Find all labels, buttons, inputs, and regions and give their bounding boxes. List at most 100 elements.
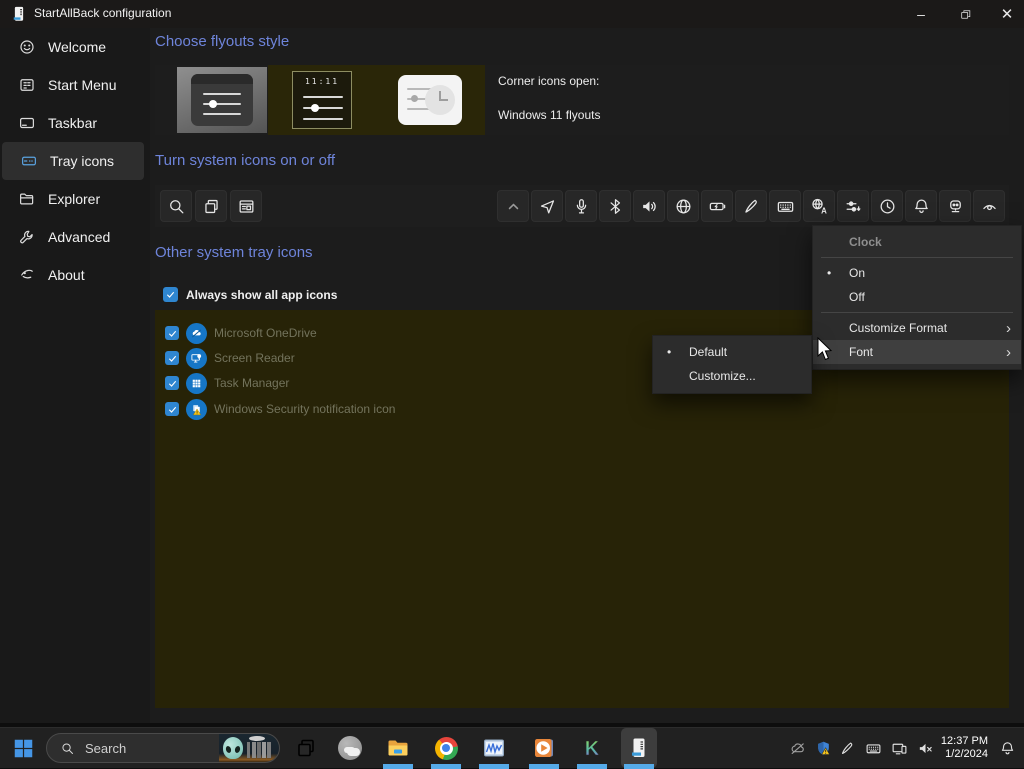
- tray-app-row-windows-security[interactable]: Windows Security notification icon: [165, 398, 395, 420]
- widgets-button[interactable]: [332, 728, 368, 768]
- menu-separator: [821, 312, 1013, 313]
- clock-toggle-button[interactable]: [871, 190, 903, 222]
- flyout-style-light-tile[interactable]: [398, 75, 462, 125]
- welcome-icon: [18, 38, 36, 56]
- bell-icon: [912, 197, 931, 216]
- task-manager-badge: [186, 372, 207, 394]
- sidebar-item-welcome[interactable]: Welcome: [0, 28, 150, 66]
- collapse-chevron-button[interactable]: [497, 190, 529, 222]
- pen-tray-icon[interactable]: [839, 728, 856, 768]
- advanced-icon: [18, 228, 36, 246]
- flyout-style-dark-tile[interactable]: [177, 67, 267, 133]
- system-icon-toggles: A: [497, 190, 1005, 222]
- tray-app-label: Windows Security notification icon: [214, 402, 396, 416]
- tray-app-row-task-manager[interactable]: Task Manager: [165, 372, 289, 394]
- chrome-icon: [434, 736, 458, 760]
- location-toggle-button[interactable]: [531, 190, 563, 222]
- tray-app-row-onedrive[interactable]: Microsoft OneDrive: [165, 322, 317, 344]
- media-player-button[interactable]: [526, 728, 562, 768]
- startallback-icon: [627, 736, 651, 760]
- sidebar-item-tray-icons[interactable]: Tray icons: [2, 142, 144, 180]
- network-toggle-button[interactable]: [667, 190, 699, 222]
- restore-button[interactable]: [950, 0, 980, 28]
- heading-system-icons: Turn system icons on or off: [155, 152, 336, 169]
- mouse-cursor: [817, 337, 833, 361]
- file-explorer-button[interactable]: [380, 728, 416, 768]
- task-manager-checkbox[interactable]: [165, 376, 179, 390]
- performance-monitor-button[interactable]: [476, 728, 512, 768]
- menu-item-customize-format[interactable]: Customize Format ›: [813, 316, 1021, 340]
- chevron-up-icon: [504, 197, 523, 216]
- date-text: 1/2/2024: [945, 748, 988, 760]
- onedrive-tray-icon[interactable]: [789, 728, 806, 768]
- sidebar-item-explorer[interactable]: Explorer: [0, 180, 150, 218]
- startallback-taskbar-button[interactable]: [621, 728, 657, 768]
- sidebar-item-label: Taskbar: [48, 115, 98, 131]
- pen-toggle-button[interactable]: [735, 190, 767, 222]
- clock-context-menu: Clock • On Off Customize Format › Font ›: [812, 225, 1022, 370]
- sidebar-item-advanced[interactable]: Advanced: [0, 218, 150, 256]
- news-tray-button[interactable]: [230, 190, 262, 222]
- privacy-eye-toggle-button[interactable]: [973, 190, 1005, 222]
- onedrive-icon: [190, 327, 203, 340]
- notifications-toggle-button[interactable]: [905, 190, 937, 222]
- search-icon: [60, 741, 75, 756]
- cast-display-tray-icon[interactable]: [891, 728, 908, 768]
- minimize-button[interactable]: –: [906, 0, 936, 28]
- tray-app-row-screen-reader[interactable]: Screen Reader: [165, 347, 295, 369]
- search-highlight-image[interactable]: [219, 734, 279, 762]
- tray-app-label: Task Manager: [214, 376, 290, 390]
- app-logo-icon: [10, 5, 28, 23]
- screen-reader-checkbox[interactable]: [165, 351, 179, 365]
- task-view-tray-button[interactable]: [195, 190, 227, 222]
- sidebar-item-about[interactable]: About: [0, 256, 150, 294]
- volume-mixer-toggle-button[interactable]: [837, 190, 869, 222]
- keyboard-toggle-button[interactable]: [769, 190, 801, 222]
- kmplayer-button[interactable]: K: [574, 728, 610, 768]
- notification-bell-button[interactable]: [999, 728, 1016, 768]
- kmplayer-icon: K: [580, 736, 604, 760]
- bluetooth-toggle-button[interactable]: [599, 190, 631, 222]
- onedrive-badge: [186, 322, 207, 344]
- windows-security-icon: [190, 403, 203, 416]
- close-button[interactable]: ✕: [992, 0, 1022, 28]
- battery-toggle-button[interactable]: [701, 190, 733, 222]
- language-toggle-button[interactable]: A: [803, 190, 835, 222]
- windows-security-checkbox[interactable]: [165, 402, 179, 416]
- flyout-style-clock-tile[interactable]: 11:11: [292, 71, 352, 129]
- task-view-button[interactable]: [288, 728, 324, 768]
- volume-muted-tray-icon[interactable]: [917, 728, 934, 768]
- start-button[interactable]: [8, 728, 38, 768]
- copilot-toggle-button[interactable]: [939, 190, 971, 222]
- taskbar-search-box[interactable]: Search: [46, 733, 280, 763]
- sidebar-item-taskbar[interactable]: Taskbar: [0, 104, 150, 142]
- task-view-icon: [202, 197, 221, 216]
- taskbar-clock[interactable]: 12:37 PM 1/2/2024: [941, 735, 988, 761]
- title-bar[interactable]: StartAllBack configuration – ✕: [0, 0, 1024, 28]
- screen-reader-icon: [190, 352, 203, 365]
- onedrive-checkbox[interactable]: [165, 326, 179, 340]
- sidebar-item-label: Welcome: [48, 39, 107, 55]
- taskbar: Search K 12:37 PM 1/2/2024: [0, 727, 1024, 769]
- always-show-all-app-icons-row[interactable]: Always show all app icons: [163, 287, 337, 302]
- battery-icon: [708, 197, 727, 216]
- always-show-checkbox[interactable]: [163, 287, 178, 302]
- menu-item-off[interactable]: Off: [813, 285, 1021, 309]
- microphone-toggle-button[interactable]: [565, 190, 597, 222]
- submenu-item-customize[interactable]: Customize...: [653, 364, 811, 388]
- submenu-item-default[interactable]: • Default: [653, 340, 811, 364]
- chrome-button[interactable]: [428, 728, 464, 768]
- search-tray-button[interactable]: [160, 190, 192, 222]
- menu-item-on[interactable]: • On: [813, 261, 1021, 285]
- selected-bullet: •: [827, 266, 832, 280]
- running-indicator: [577, 764, 607, 769]
- sidebar-item-start-menu[interactable]: Start Menu: [0, 66, 150, 104]
- screen-reader-badge: [186, 347, 207, 369]
- windows-security-tray-icon[interactable]: [815, 728, 832, 768]
- svg-text:A: A: [821, 206, 827, 215]
- menu-item-font[interactable]: Font ›: [813, 340, 1021, 364]
- volume-toggle-button[interactable]: [633, 190, 665, 222]
- startmenu-icon: [18, 76, 36, 94]
- about-icon: [18, 266, 36, 284]
- touch-keyboard-tray-icon[interactable]: [865, 728, 882, 768]
